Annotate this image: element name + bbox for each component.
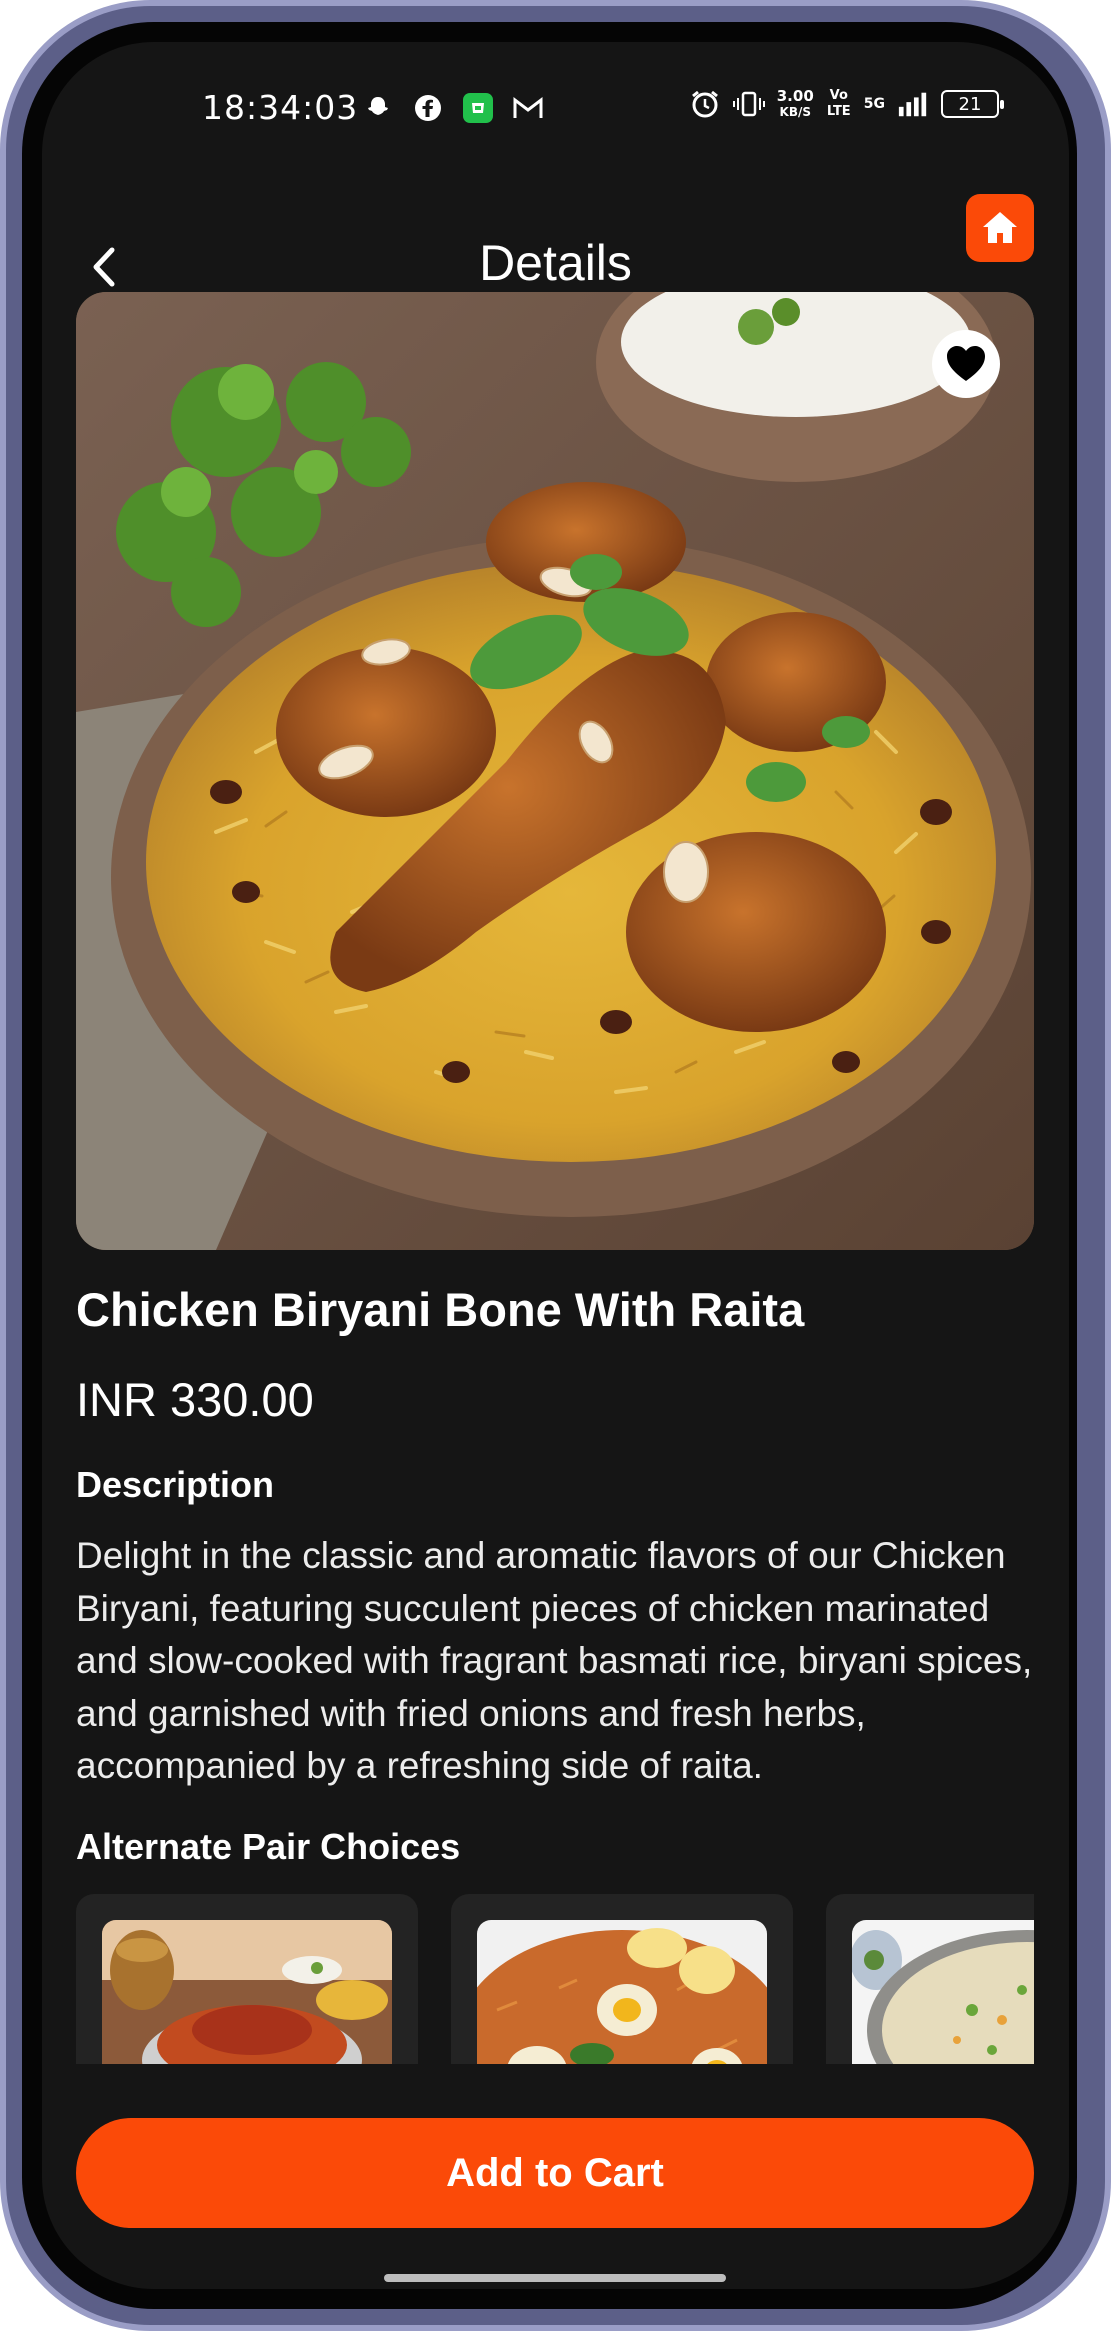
- heart-icon: [947, 346, 985, 381]
- alarm-icon: [689, 88, 721, 120]
- pair-card[interactable]: [826, 1894, 1034, 2064]
- system-status-icons: 3.00 KB/S Vo LTE 5G 21: [689, 87, 1004, 120]
- pair-image: [852, 1920, 1034, 2064]
- pair-image: [102, 1920, 392, 2064]
- product-name: Chicken Biryani Bone With Raita: [76, 1283, 805, 1336]
- signal-icon: [897, 88, 929, 120]
- description-text: Delight in the classic and aromatic flav…: [76, 1535, 1033, 1786]
- gmail-icon: [512, 92, 544, 124]
- pair-image: [477, 1920, 767, 2064]
- network-type: 5G: [863, 96, 885, 112]
- vibrate-icon: [732, 88, 765, 120]
- product-image: [76, 292, 1034, 1250]
- home-icon: [983, 212, 1017, 243]
- pair-choices-list: [76, 1894, 1034, 2064]
- pair-card[interactable]: [76, 1894, 418, 2064]
- page-title: Details: [479, 235, 632, 291]
- add-to-cart-button[interactable]: Add to Cart: [76, 2118, 1034, 2228]
- pair-choices-heading: Alternate Pair Choices: [76, 1826, 461, 1867]
- status-bar: 18:34:03 3.00 KB/S Vo LTE 5G 21: [42, 70, 1069, 142]
- product-price: INR 330.00: [76, 1373, 314, 1426]
- description-heading: Description: [76, 1464, 275, 1505]
- app-screen: 18:34:03 3.00 KB/S Vo LTE 5G 21 Details …: [42, 42, 1069, 2289]
- status-time: 18:34:03: [202, 88, 359, 127]
- facebook-icon: [412, 92, 444, 124]
- battery-indicator: 21: [941, 90, 1004, 118]
- volte-indicator: Vo LTE: [826, 88, 851, 119]
- snapchat-icon: [362, 92, 394, 124]
- biryani-plate-illustration: [76, 292, 1034, 1250]
- home-indicator[interactable]: [384, 2274, 726, 2282]
- pair-card[interactable]: [451, 1894, 793, 2064]
- whatsapp-business-icon: [462, 92, 494, 124]
- notification-icons: [362, 92, 544, 124]
- favorite-button[interactable]: [932, 330, 1000, 398]
- network-speed: 3.00 KB/S: [776, 87, 814, 119]
- home-button[interactable]: [966, 194, 1034, 262]
